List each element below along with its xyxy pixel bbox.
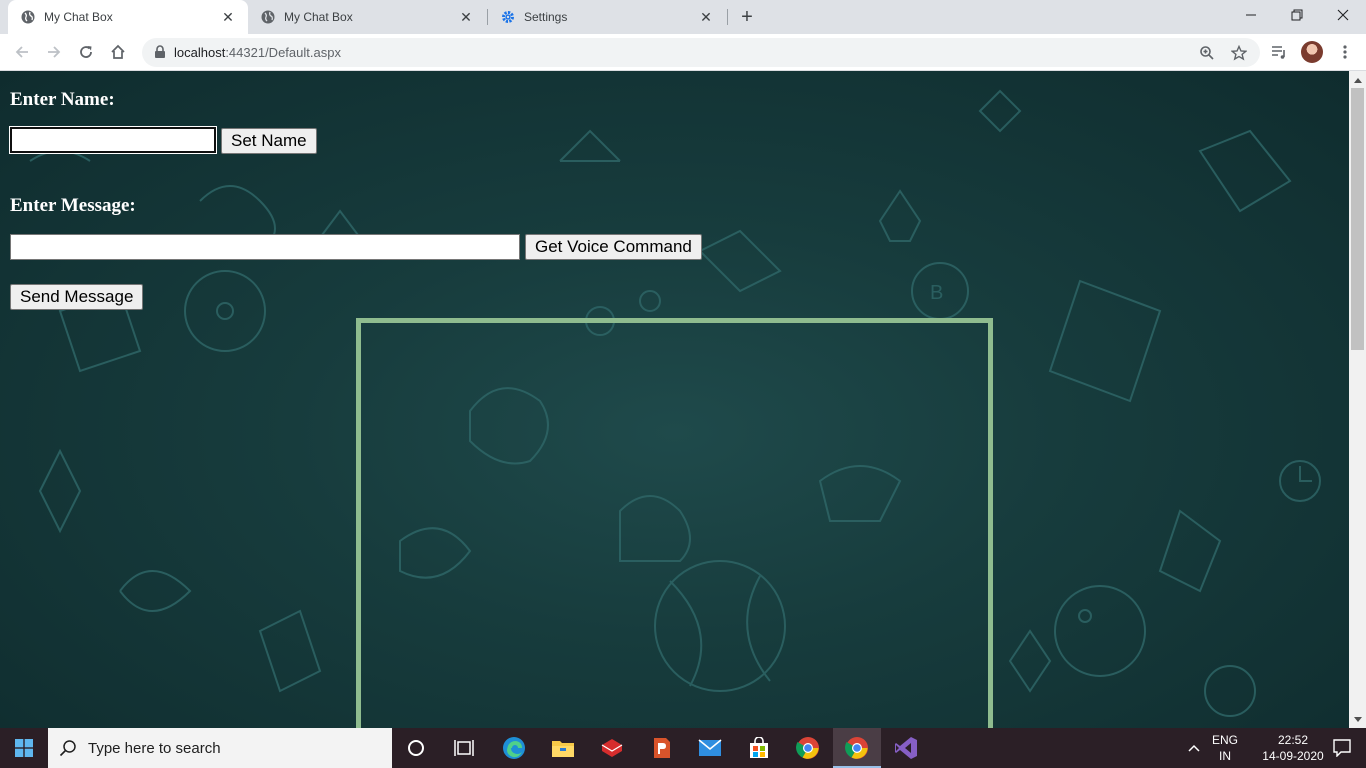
cortana-button[interactable] (392, 728, 440, 768)
home-icon (111, 44, 125, 59)
gear-icon (500, 9, 516, 25)
office-app-icon (654, 738, 670, 758)
forward-button[interactable] (40, 38, 68, 66)
mail-icon (698, 739, 722, 756)
home-button[interactable] (104, 38, 132, 66)
message-label: Enter Message: (10, 195, 136, 216)
scroll-down-arrow[interactable] (1349, 711, 1366, 728)
search-icon (48, 739, 88, 757)
lock-icon (154, 45, 166, 64)
chat-page: B Enter Name: Set Name Enter Message: Ge… (0, 71, 1349, 728)
action-center-button[interactable] (1318, 728, 1366, 768)
bookmark-star-icon[interactable] (1228, 42, 1250, 64)
more-vertical-icon (1343, 45, 1347, 59)
file-explorer-icon (552, 741, 574, 757)
get-voice-command-button[interactable]: Get Voice Command (525, 234, 702, 260)
back-button[interactable] (8, 38, 36, 66)
file-explorer-button[interactable] (539, 728, 587, 768)
language-indicator[interactable]: ENG IN (1206, 732, 1244, 764)
tab-separator (727, 9, 728, 25)
tab-settings[interactable]: Settings ✕ (488, 0, 726, 34)
url-path: :44321/Default.aspx (225, 45, 341, 60)
arrow-right-icon (48, 46, 61, 58)
taskbar-search[interactable]: Type here to search (48, 728, 392, 768)
tab-title: My Chat Box (44, 10, 113, 24)
tab-my-chat-box-2[interactable]: My Chat Box ✕ (248, 0, 486, 34)
page-scrollbar[interactable] (1349, 71, 1366, 728)
tab-title: Settings (524, 10, 568, 24)
profile-button[interactable] (1298, 38, 1326, 66)
caret-up-icon (1353, 77, 1362, 83)
visual-studio-icon (895, 737, 917, 759)
edge-button[interactable] (490, 728, 538, 768)
notification-icon (1333, 739, 1351, 757)
avatar (1301, 41, 1323, 63)
arrow-left-icon (15, 46, 28, 58)
store-icon (750, 737, 768, 758)
zoom-icon[interactable] (1196, 42, 1218, 64)
cortana-icon (408, 740, 424, 756)
language-code: ENG (1211, 733, 1238, 747)
scrollbar-thumb[interactable] (1351, 88, 1364, 350)
close-icon (1337, 9, 1349, 21)
ruby-app-button[interactable] (588, 728, 636, 768)
browser-toolbar: localhost:44321/Default.aspx (0, 34, 1366, 71)
message-input[interactable] (10, 234, 520, 260)
visual-studio-button[interactable] (882, 728, 930, 768)
scroll-up-arrow[interactable] (1349, 71, 1366, 88)
chat-messages-panel (356, 318, 993, 728)
office-app-button[interactable] (637, 728, 685, 768)
chrome-active-button[interactable] (833, 728, 881, 768)
url-host: localhost (174, 45, 226, 60)
tab-strip: My Chat Box ✕ My Chat Box ✕ Settings ✕ + (0, 0, 1366, 34)
windows-taskbar: Type here to search ENG IN 22:52 14-09-2… (0, 728, 1366, 768)
task-view-button[interactable] (440, 728, 488, 768)
chrome-active-icon (845, 737, 868, 759)
new-tab-button[interactable]: + (734, 5, 760, 29)
restore-icon (1291, 9, 1303, 21)
globe-icon (20, 9, 36, 25)
tab-my-chat-box-1[interactable]: My Chat Box ✕ (8, 0, 248, 34)
name-label: Enter Name: (10, 89, 115, 110)
reload-button[interactable] (72, 38, 100, 66)
start-button[interactable] (0, 728, 48, 768)
minimize-icon (1246, 14, 1256, 16)
close-tab-icon[interactable]: ✕ (458, 9, 474, 25)
minimize-button[interactable] (1228, 0, 1274, 30)
globe-icon (260, 9, 276, 25)
playlist-icon (1272, 46, 1285, 59)
windows-logo-icon (15, 739, 33, 757)
store-button[interactable] (735, 728, 783, 768)
tab-title: My Chat Box (284, 10, 353, 24)
chevron-up-icon (1188, 744, 1200, 752)
send-message-button[interactable]: Send Message (10, 284, 144, 310)
edge-icon (503, 737, 525, 759)
close-window-button[interactable] (1320, 0, 1366, 30)
task-view-icon (454, 740, 474, 756)
caret-down-icon (1353, 716, 1362, 722)
svg-text:B: B (930, 282, 943, 304)
name-input[interactable] (9, 126, 217, 154)
chrome-button[interactable] (784, 728, 832, 768)
language-region: IN (1219, 749, 1231, 763)
browser-menu-button[interactable] (1331, 38, 1359, 66)
mail-button[interactable] (686, 728, 734, 768)
close-tab-icon[interactable]: ✕ (220, 9, 236, 25)
reload-icon (80, 46, 92, 58)
search-placeholder: Type here to search (88, 739, 221, 757)
ruby-app-icon (601, 739, 623, 757)
media-control-button[interactable] (1265, 38, 1293, 66)
chrome-icon (796, 737, 819, 759)
close-tab-icon[interactable]: ✕ (698, 9, 714, 25)
restore-button[interactable] (1274, 0, 1320, 30)
address-bar[interactable]: localhost:44321/Default.aspx (142, 38, 1260, 67)
set-name-button[interactable]: Set Name (221, 128, 317, 154)
url-text: localhost:44321/Default.aspx (174, 45, 341, 60)
